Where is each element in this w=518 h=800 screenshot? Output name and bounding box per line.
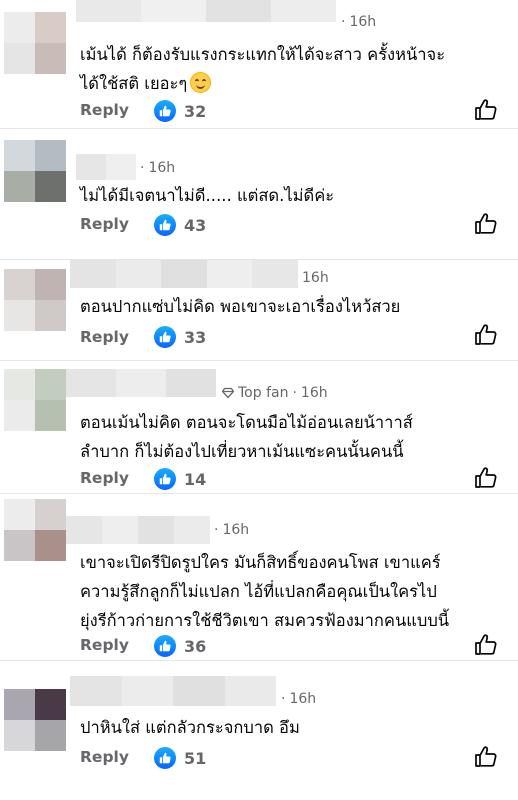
thumbs-up-outline-icon[interactable] — [474, 98, 498, 122]
author-name-redacted[interactable] — [66, 516, 210, 544]
reply-button[interactable]: Reply — [80, 328, 129, 346]
like-count[interactable]: 36 — [154, 635, 206, 657]
thumbs-up-outline-icon[interactable] — [474, 212, 498, 236]
comment-text: ไม่ได้มีเจตนาไม่ดี..... แต่สด.ไม่ดีค่ะ — [80, 186, 335, 205]
like-count[interactable]: 43 — [154, 214, 206, 236]
smiling-face-emoji-icon — [190, 72, 212, 93]
thumbs-up-outline-icon[interactable] — [474, 466, 498, 490]
comment-meta: · 16h — [281, 691, 317, 707]
like-count-value: 43 — [184, 215, 207, 235]
avatar[interactable] — [4, 12, 66, 74]
diamond-icon — [222, 387, 234, 399]
avatar[interactable] — [4, 140, 66, 202]
comment-5: · 16h เขาจะเปิดรีปิดรูปใคร มันก็สิทธิ์ของ… — [0, 494, 518, 660]
comment-4: Top fan · 16h ตอนเม้นไม่คิด ตอนจะโดนมือไ… — [0, 361, 518, 493]
like-button[interactable] — [474, 98, 500, 124]
like-count[interactable]: 32 — [154, 100, 206, 122]
author-name-redacted[interactable] — [70, 676, 276, 706]
like-count[interactable]: 51 — [154, 747, 206, 769]
timestamp[interactable]: 16h — [222, 522, 249, 538]
like-button[interactable] — [474, 212, 500, 238]
reply-button[interactable]: Reply — [80, 101, 129, 119]
like-count-value: 14 — [184, 469, 207, 489]
thumbs-up-outline-icon[interactable] — [474, 323, 498, 347]
comment-text-content: เม้นได้ ก็ต้องรับแรงกระแทกให้ได้จะสาว คร… — [80, 45, 446, 93]
avatar[interactable] — [4, 269, 66, 331]
like-button[interactable] — [474, 745, 500, 771]
timestamp[interactable]: 16h — [289, 691, 316, 707]
thumbs-up-icon — [154, 326, 176, 348]
like-button[interactable] — [474, 323, 500, 349]
timestamp[interactable]: 16h — [301, 385, 328, 401]
comment-text: ตอนเม้นไม่คิด ตอนจะโดนมือไม้อ่อนเลยน้าาา… — [80, 413, 413, 461]
thumbs-up-icon — [154, 635, 176, 657]
comment-meta: 16h — [302, 270, 329, 286]
comment-6: · 16h ปาหินใส่ แต่กลัวกระจกบาด อึม Reply … — [0, 661, 518, 800]
thumbs-up-icon — [154, 100, 176, 122]
like-count[interactable]: 33 — [154, 326, 206, 348]
reply-button[interactable]: Reply — [80, 469, 129, 487]
timestamp[interactable]: 16h — [302, 270, 329, 286]
like-count-value: 32 — [184, 101, 207, 121]
comment-meta: · 16h — [214, 522, 250, 538]
top-fan-badge[interactable]: Top fan — [238, 385, 288, 401]
like-count-value: 36 — [184, 636, 207, 656]
timestamp[interactable]: 16h — [148, 160, 175, 176]
like-button[interactable] — [474, 466, 500, 492]
avatar[interactable] — [4, 499, 66, 561]
reply-button[interactable]: Reply — [80, 636, 129, 654]
author-name-redacted[interactable] — [66, 369, 216, 397]
reply-button[interactable]: Reply — [80, 748, 129, 766]
like-count-value: 51 — [184, 748, 207, 768]
comment-meta: · 16h — [341, 14, 377, 30]
author-name-redacted[interactable] — [76, 0, 336, 22]
timestamp[interactable]: 16h — [349, 14, 376, 30]
author-name-redacted[interactable] — [76, 154, 136, 180]
like-button[interactable] — [474, 633, 500, 659]
thumbs-up-icon — [154, 214, 176, 236]
comment-text: เขาจะเปิดรีปิดรูปใคร มันก็สิทธิ์ของคนโพส… — [80, 553, 450, 630]
thumbs-up-icon — [154, 747, 176, 769]
comment-3: 16h ตอนปากแซ่บไม่คิด พอเขาจะเอาเรื่องไหว… — [0, 260, 518, 360]
comment-text: ตอนปากแซ่บไม่คิด พอเขาจะเอาเรื่องไหว้สวย — [80, 297, 401, 316]
reply-button[interactable]: Reply — [80, 215, 129, 233]
comment-text: เม้นได้ ก็ต้องรับแรงกระแทกให้ได้จะสาว คร… — [80, 40, 510, 98]
thumbs-up-outline-icon[interactable] — [474, 745, 498, 769]
thumbs-up-icon — [154, 468, 176, 490]
comment-meta: · 16h — [140, 160, 176, 176]
avatar[interactable] — [4, 369, 66, 431]
thumbs-up-outline-icon[interactable] — [474, 633, 498, 657]
comment-2: · 16h ไม่ได้มีเจตนาไม่ดี..... แต่สด.ไม่ดี… — [0, 129, 518, 259]
like-count[interactable]: 14 — [154, 468, 206, 490]
like-count-value: 33 — [184, 327, 207, 347]
author-name-redacted[interactable] — [70, 260, 298, 288]
comment-text: ปาหินใส่ แต่กลัวกระจกบาด อึม — [80, 718, 300, 737]
comment-1: · 16h เม้นได้ ก็ต้องรับแรงกระแทกให้ได้จะส… — [0, 0, 518, 128]
comment-meta: Top fan · 16h — [222, 385, 328, 401]
avatar[interactable] — [4, 689, 66, 751]
